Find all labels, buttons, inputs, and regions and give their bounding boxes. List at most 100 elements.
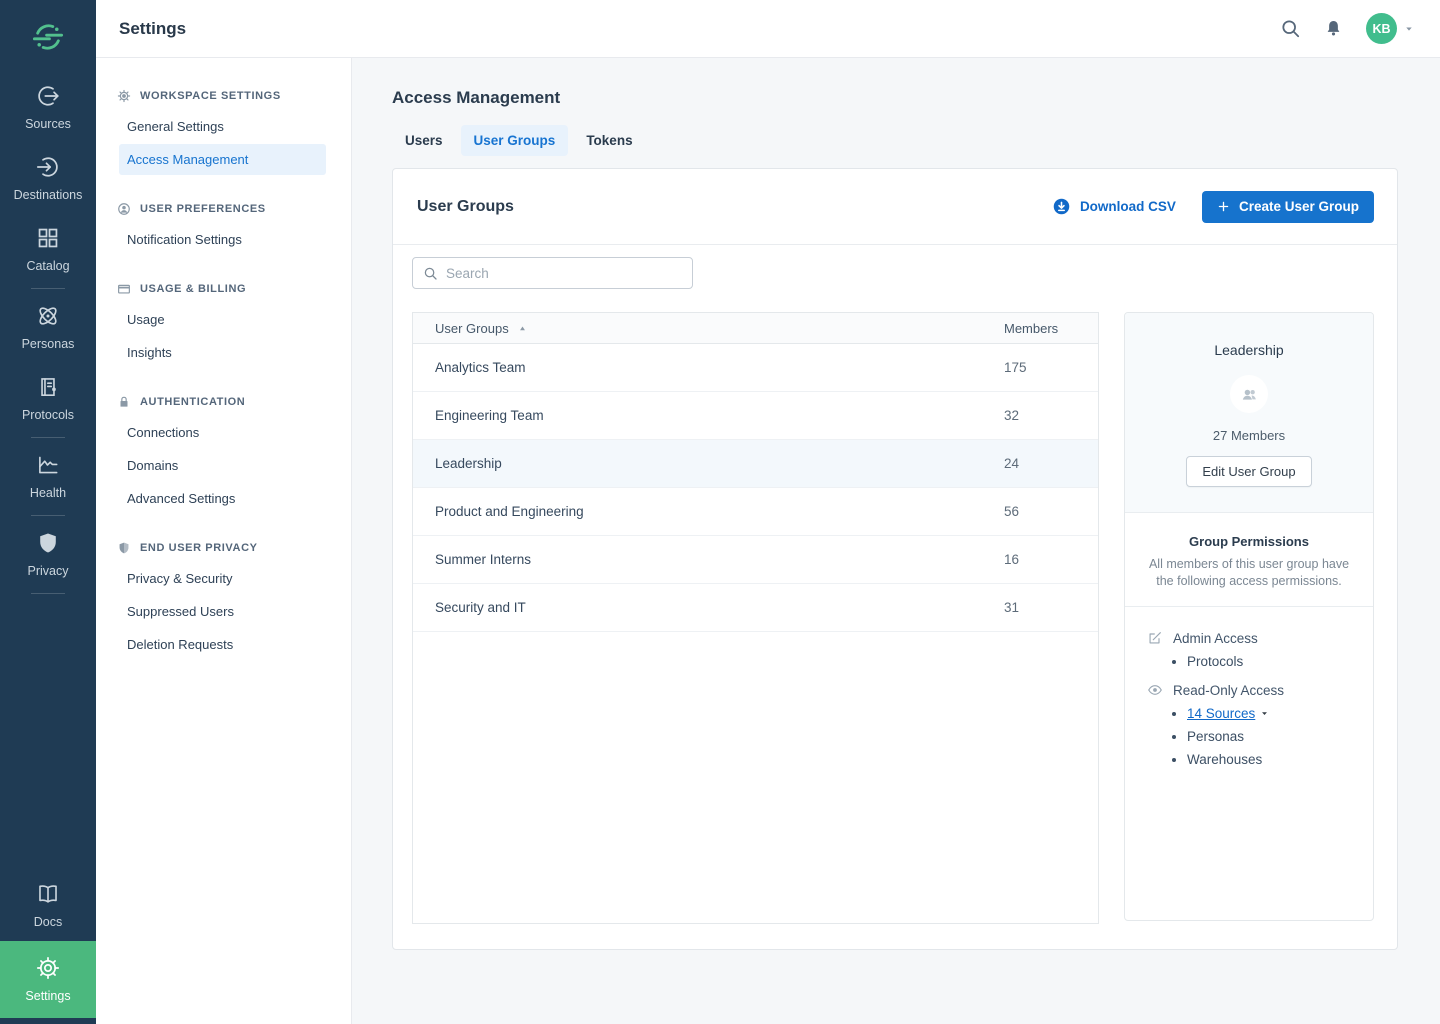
sidebar-section-label: Workspace Settings	[140, 90, 281, 102]
chevron-down-icon[interactable]	[1260, 706, 1269, 721]
sidebar-item-access-management[interactable]: Access Management	[119, 144, 326, 175]
table-row-summer-interns[interactable]: Summer Interns16	[413, 536, 1098, 584]
search-icon	[1280, 18, 1301, 39]
search-icon	[423, 266, 438, 281]
tab-users[interactable]: Users	[392, 125, 456, 156]
permission-item-personas: Personas	[1187, 729, 1373, 744]
sidebar-section-workspace-settings: Workspace Settings General SettingsAccess…	[96, 89, 351, 175]
nav-item-destinations[interactable]: Destinations	[0, 143, 96, 214]
table-row-leadership[interactable]: Leadership24	[413, 440, 1098, 488]
sidebar-item-general-settings[interactable]: General Settings	[119, 111, 326, 142]
nav-item-label: Protocols	[22, 408, 74, 422]
permission-group-header: Admin Access	[1147, 630, 1373, 646]
protocols-icon	[35, 374, 61, 400]
sidebar-item-insights[interactable]: Insights	[119, 337, 326, 368]
column-header-user-groups[interactable]: User Groups	[435, 321, 1004, 336]
nav-item-label: Health	[30, 486, 66, 500]
sidebar-item-domains[interactable]: Domains	[119, 450, 326, 481]
sidebar-item-notification-settings[interactable]: Notification Settings	[119, 224, 326, 255]
cell-member-count: 175	[1004, 360, 1076, 375]
settings-icon	[35, 955, 61, 981]
sort-ascending-icon	[518, 324, 527, 333]
docs-icon	[35, 881, 61, 907]
sidebar-section-label: Usage & Billing	[140, 283, 246, 295]
segment-logo-icon	[31, 20, 65, 54]
privacy-icon	[35, 530, 61, 556]
sidebar-section-header: Usage & Billing	[117, 282, 330, 296]
nav-item-protocols[interactable]: Protocols	[0, 363, 96, 434]
download-csv-link[interactable]: Download CSV	[1052, 197, 1176, 216]
permission-group-read-only-access: Read-Only Access14 Sources PersonasWareh…	[1125, 682, 1373, 767]
sidebar-section-user-preferences: User Preferences Notification Settings	[96, 202, 351, 255]
nav-item-privacy[interactable]: Privacy	[0, 519, 96, 590]
permission-group-label: Read-Only Access	[1173, 683, 1284, 698]
cell-group-name: Leadership	[435, 456, 1004, 471]
nav-item-label: Catalog	[26, 259, 69, 273]
settings-sidebar: Workspace Settings General SettingsAccess…	[96, 58, 352, 1024]
table-row-analytics-team[interactable]: Analytics Team175	[413, 344, 1098, 392]
user-groups-card: User Groups Download CSV Create User Gro…	[392, 168, 1398, 950]
download-icon	[1052, 197, 1071, 216]
table-row-product-and-engineering[interactable]: Product and Engineering56	[413, 488, 1098, 536]
search-input[interactable]	[446, 266, 682, 281]
group-member-count: 27 Members	[1141, 428, 1357, 443]
card-body: User Groups Members Analytics Team175Eng…	[393, 245, 1397, 948]
gear-icon	[117, 89, 131, 103]
permission-group-admin-access: Admin Access Protocols	[1125, 630, 1373, 669]
nav-item-docs[interactable]: Docs	[0, 870, 96, 941]
sidebar-item-privacy-security[interactable]: Privacy & Security	[119, 563, 326, 594]
permission-item-14-sources: 14 Sources	[1187, 706, 1373, 721]
table-row-security-and-it[interactable]: Security and IT31	[413, 584, 1098, 632]
nav-item-settings[interactable]: Settings	[0, 941, 96, 1018]
sidebar-item-usage[interactable]: Usage	[119, 304, 326, 335]
create-user-group-label: Create User Group	[1239, 199, 1359, 214]
sidebar-item-suppressed-users[interactable]: Suppressed Users	[119, 596, 326, 627]
primary-nav: Sources Destinations Catalog Personas Pr…	[0, 0, 96, 1024]
sidebar-section-header: Workspace Settings	[117, 89, 330, 103]
account-menu[interactable]: KB	[1366, 13, 1414, 44]
search-button[interactable]	[1280, 18, 1301, 39]
column-header-members[interactable]: Members	[1004, 321, 1076, 336]
sidebar-section-label: End User Privacy	[140, 542, 258, 554]
avatar[interactable]: KB	[1366, 13, 1397, 44]
tab-user-groups[interactable]: User Groups	[461, 125, 569, 156]
group-name: Leadership	[1141, 342, 1357, 358]
permission-group-label: Admin Access	[1173, 631, 1258, 646]
nav-item-label: Docs	[34, 915, 62, 929]
download-csv-label: Download CSV	[1080, 199, 1176, 214]
sidebar-section-end-user-privacy: End User Privacy Privacy & SecuritySuppre…	[96, 541, 351, 660]
permission-items: Protocols	[1147, 654, 1373, 669]
nav-divider	[31, 437, 65, 438]
edit-user-group-button[interactable]: Edit User Group	[1186, 456, 1311, 487]
permissions-description: All members of this user group have the …	[1141, 556, 1357, 589]
sidebar-section-label: User Preferences	[140, 203, 266, 215]
table-header: User Groups Members	[413, 313, 1098, 344]
plus-icon	[1217, 200, 1230, 213]
sidebar-item-advanced-settings[interactable]: Advanced Settings	[119, 483, 326, 514]
page-header-title: Settings	[119, 19, 186, 39]
group-permissions: Group Permissions All members of this us…	[1125, 513, 1373, 767]
notifications-button[interactable]	[1323, 18, 1344, 39]
personas-icon	[35, 303, 61, 329]
nav-item-sources[interactable]: Sources	[0, 72, 96, 143]
sources-link[interactable]: 14 Sources	[1187, 706, 1255, 721]
cell-member-count: 31	[1004, 600, 1076, 615]
nav-item-health[interactable]: Health	[0, 441, 96, 512]
cell-member-count: 56	[1004, 504, 1076, 519]
create-user-group-button[interactable]: Create User Group	[1202, 191, 1374, 223]
nav-item-catalog[interactable]: Catalog	[0, 214, 96, 285]
sidebar-item-connections[interactable]: Connections	[119, 417, 326, 448]
table-row-engineering-team[interactable]: Engineering Team32	[413, 392, 1098, 440]
tab-tokens[interactable]: Tokens	[573, 125, 645, 156]
cell-member-count: 32	[1004, 408, 1076, 423]
shield-icon	[117, 541, 131, 555]
card-actions: Download CSV Create User Group	[1052, 191, 1374, 223]
nav-item-personas[interactable]: Personas	[0, 292, 96, 363]
sidebar-section-header: End User Privacy	[117, 541, 330, 555]
card-title: User Groups	[417, 198, 514, 216]
sidebar-section-usage-billing: Usage & Billing UsageInsights	[96, 282, 351, 368]
segment-logo[interactable]	[0, 14, 96, 72]
cell-group-name: Product and Engineering	[435, 504, 1004, 519]
sidebar-item-deletion-requests[interactable]: Deletion Requests	[119, 629, 326, 660]
tab-bar: UsersUser GroupsTokens	[392, 125, 1398, 156]
